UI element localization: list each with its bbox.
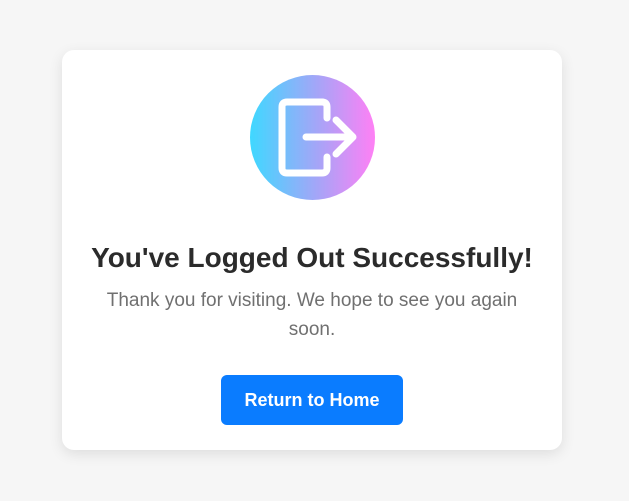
logout-title: You've Logged Out Successfully! (91, 242, 533, 273)
logout-message: Thank you for visiting. We hope to see y… (106, 290, 518, 340)
logout-arrow-icon (278, 98, 357, 177)
logout-icon-badge (250, 75, 375, 200)
return-home-button[interactable]: Return to Home (221, 375, 403, 425)
logout-card: You've Logged Out Successfully! Thank yo… (62, 50, 562, 450)
